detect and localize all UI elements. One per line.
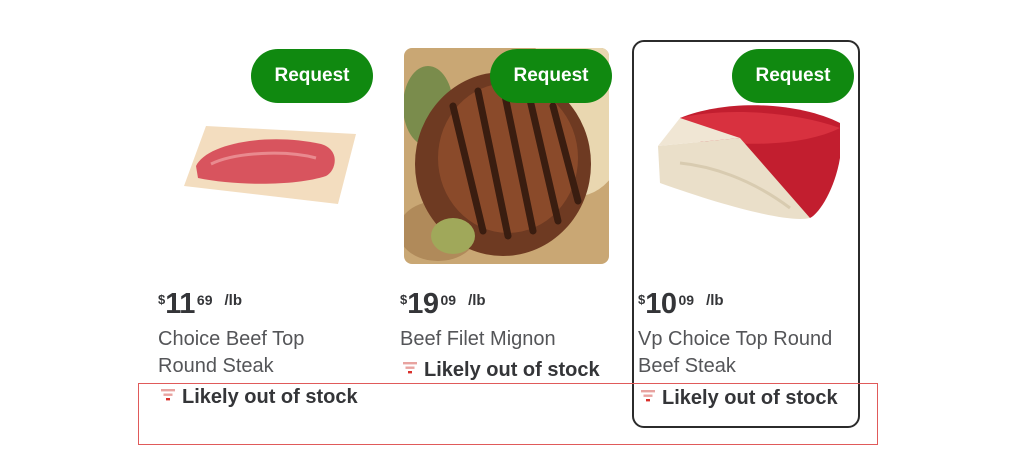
product-name[interactable]: Beef Filet Mignon bbox=[400, 326, 610, 353]
request-button[interactable]: Request bbox=[251, 49, 373, 103]
price: $10 09/lb bbox=[638, 288, 724, 320]
product-card-beef-filet-mignon[interactable]: Request $19 09/lb Beef Filet Mignon Likel… bbox=[392, 40, 617, 428]
product-name[interactable]: Choice Beef Top Round Steak bbox=[158, 326, 368, 380]
stock-status-label: Likely out of stock bbox=[424, 359, 600, 381]
product-card-vp-choice-top-round-beef-steak[interactable]: Request $10 09/lb Vp Choice Top Round Bee… bbox=[632, 40, 860, 428]
highlight-box bbox=[138, 383, 878, 445]
low-stock-icon bbox=[402, 358, 418, 381]
stock-status: Likely out of stock bbox=[402, 359, 600, 382]
product-name[interactable]: Vp Choice Top Round Beef Steak bbox=[638, 326, 858, 380]
product-card-choice-beef-top-round-steak[interactable]: Request $11 69/lb Choice Beef Top Round S… bbox=[150, 40, 375, 428]
price: $19 09/lb bbox=[400, 288, 486, 320]
price: $11 69/lb bbox=[158, 288, 242, 320]
request-button[interactable]: Request bbox=[732, 49, 854, 103]
request-button[interactable]: Request bbox=[490, 49, 612, 103]
